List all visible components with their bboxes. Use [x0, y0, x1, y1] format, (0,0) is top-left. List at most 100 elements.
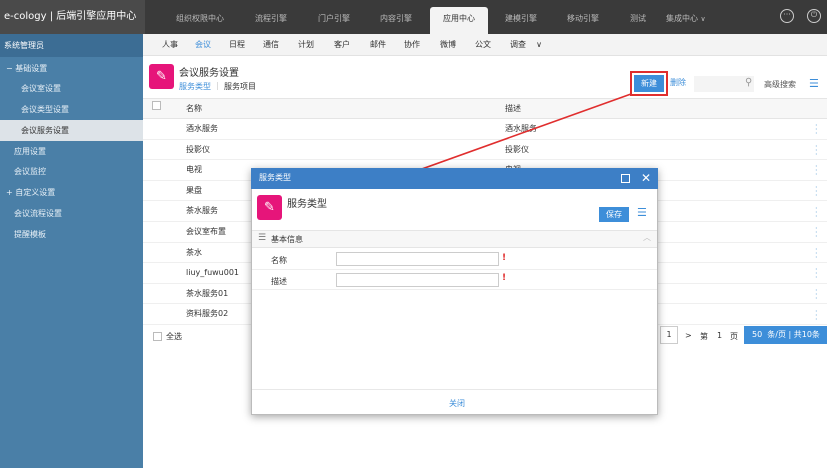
- row-menu-icon[interactable]: · · ·: [815, 287, 819, 303]
- table-cell-name: 茶水服务: [186, 206, 218, 216]
- subnav-mail[interactable]: 邮件: [366, 34, 390, 56]
- name-label: 名称: [271, 256, 287, 265]
- row-menu-icon[interactable]: · · ·: [815, 266, 819, 282]
- description-label: 描述: [271, 277, 287, 286]
- topnav-app-center[interactable]: 应用中心: [430, 7, 488, 34]
- sidebar-item-room-settings[interactable]: 会议室设置: [0, 78, 143, 99]
- sidebar-item-basic-settings[interactable]: − 基础设置: [0, 58, 143, 79]
- close-button[interactable]: 关闭: [449, 398, 465, 409]
- list-icon[interactable]: ☰: [637, 206, 647, 219]
- page-title: 会议服务设置: [179, 68, 239, 79]
- subnav-weibo[interactable]: 微博: [436, 34, 460, 56]
- topnav-test[interactable]: 测试: [609, 7, 667, 34]
- table-cell-name: 茶水: [186, 247, 202, 257]
- sidebar-item-monitor[interactable]: 会议监控: [0, 161, 143, 182]
- dialog-title-bar: [251, 168, 658, 189]
- subnav-hr[interactable]: 人事: [158, 34, 182, 56]
- delete-button[interactable]: 删除: [670, 77, 686, 88]
- required-icon: !: [502, 253, 507, 263]
- table-cell-desc: 酒水服务: [505, 124, 537, 133]
- table-cell-name: liuy_fuwu001: [186, 268, 240, 278]
- sidebar-item-label: 自定义设置: [15, 188, 56, 197]
- tab-service-type[interactable]: 服务类型: [179, 81, 211, 92]
- row-menu-icon[interactable]: · · ·: [815, 225, 819, 241]
- page-size-select[interactable]: 50 条/页 | 共10条: [744, 326, 827, 344]
- topnav-portal[interactable]: 门户引擎: [305, 7, 363, 34]
- table-row[interactable]: [143, 119, 827, 140]
- sidebar-item-type-settings[interactable]: 会议类型设置: [0, 99, 143, 120]
- select-all-checkbox[interactable]: [152, 101, 161, 110]
- edit-icon: ✎: [257, 195, 282, 220]
- topnav-integration[interactable]: 集成中心 ∨: [666, 7, 716, 34]
- subnav-schedule[interactable]: 日程: [225, 34, 249, 56]
- topnav-content[interactable]: 内容引擎: [367, 7, 425, 34]
- subnav-meeting[interactable]: 会议: [191, 34, 215, 56]
- table-cell-name: 果盘: [186, 185, 202, 195]
- topnav-workflow[interactable]: 流程引擎: [242, 7, 300, 34]
- row-menu-icon[interactable]: · · ·: [815, 184, 819, 200]
- table-cell-name: 投影仪: [186, 144, 210, 154]
- dialog-title: 服务类型: [259, 173, 291, 182]
- select-all-footer-checkbox[interactable]: [153, 332, 162, 341]
- dialog-heading: 服务类型: [287, 199, 327, 210]
- topnav-org[interactable]: 组织权限中心: [171, 7, 229, 34]
- row-menu-icon[interactable]: · · ·: [815, 205, 819, 221]
- subnav-survey[interactable]: 调查: [506, 34, 530, 56]
- chevron-down-icon[interactable]: ∨: [533, 34, 545, 56]
- topnav-mobile[interactable]: 移动引擎: [554, 7, 612, 34]
- sidebar-item-flow-settings[interactable]: 会议流程设置: [0, 203, 143, 224]
- advanced-search-link[interactable]: 高级搜索: [764, 79, 796, 90]
- page-prefix: 第: [700, 332, 708, 341]
- sidebar-item-reminder-template[interactable]: 提醒模板: [0, 224, 143, 245]
- chevron-down-icon: ∨: [700, 15, 706, 23]
- subnav-collaboration[interactable]: 协作: [400, 34, 424, 56]
- chevron-up-icon[interactable]: ︿: [643, 232, 651, 243]
- tab-service-item[interactable]: 服务项目: [224, 81, 256, 92]
- list-icon[interactable]: ☰: [809, 77, 819, 90]
- page-suffix: 页: [730, 332, 738, 341]
- sidebar-title: 系统管理员: [0, 34, 143, 57]
- topnav-integration-label: 集成中心: [666, 14, 698, 23]
- power-icon[interactable]: ⏻: [807, 9, 821, 23]
- subnav-document[interactable]: 公文: [471, 34, 495, 56]
- page-jump-input[interactable]: 1: [717, 331, 722, 340]
- column-header-desc: 描述: [505, 104, 521, 113]
- row-menu-icon[interactable]: · · ·: [815, 163, 819, 179]
- required-icon: !: [502, 273, 507, 283]
- search-icon[interactable]: ⚲: [745, 77, 752, 88]
- page-number-button[interactable]: 1: [660, 326, 678, 344]
- table-cell-name: 电视: [186, 165, 202, 175]
- subnav-communication[interactable]: 通信: [259, 34, 283, 56]
- expand-icon: +: [6, 188, 13, 197]
- collapse-icon: −: [6, 64, 13, 73]
- menu-icon: ☰: [258, 233, 267, 243]
- topnav-modeling[interactable]: 建模引擎: [492, 7, 550, 34]
- table-cell-name: 资料服务02: [186, 309, 229, 319]
- sidebar-item-service-settings[interactable]: 会议服务设置: [0, 120, 143, 141]
- description-field[interactable]: [336, 273, 499, 287]
- subnav-plan[interactable]: 计划: [294, 34, 318, 56]
- new-button[interactable]: 新建: [634, 75, 664, 92]
- more-icon[interactable]: ···: [780, 9, 794, 23]
- save-button[interactable]: 保存: [599, 207, 629, 222]
- row-menu-icon[interactable]: · · ·: [815, 308, 819, 324]
- table-cell-desc: 投影仪: [505, 144, 529, 154]
- name-field[interactable]: [336, 252, 499, 266]
- edit-icon: ✎: [149, 64, 174, 89]
- subnav-customer[interactable]: 客户: [330, 34, 354, 56]
- sidebar-item-custom-settings[interactable]: + 自定义设置: [0, 182, 143, 203]
- sidebar-item-app-settings[interactable]: 应用设置: [0, 141, 143, 162]
- row-menu-icon[interactable]: · · ·: [815, 143, 819, 159]
- maximize-icon[interactable]: [621, 174, 630, 183]
- table-row[interactable]: [143, 140, 827, 161]
- row-menu-icon[interactable]: · · ·: [815, 122, 819, 138]
- next-page-button[interactable]: >: [685, 331, 692, 340]
- close-icon[interactable]: ✕: [641, 171, 651, 185]
- column-header-name: 名称: [186, 104, 202, 113]
- row-menu-icon[interactable]: · · ·: [815, 246, 819, 262]
- app-brand: e-cology | 后端引擎应用中心: [0, 0, 145, 34]
- sidebar-item-label: 基础设置: [15, 64, 48, 73]
- section-header[interactable]: [252, 230, 657, 248]
- table-cell-name: 茶水服务01: [186, 288, 229, 298]
- section-label: 基本信息: [271, 235, 303, 244]
